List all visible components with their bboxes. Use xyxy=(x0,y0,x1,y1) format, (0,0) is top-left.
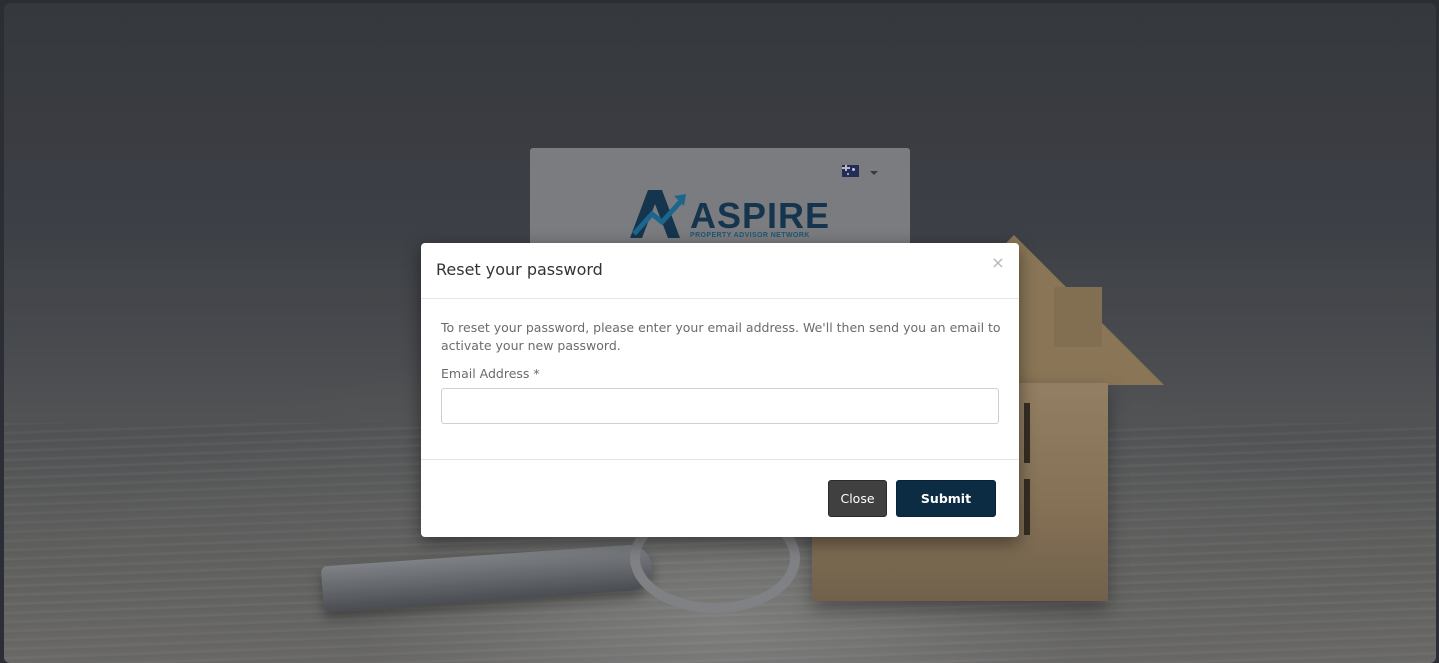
email-label: Email Address * xyxy=(441,366,540,381)
modal-footer: Close Submit xyxy=(421,459,1019,538)
modal-title: Reset your password xyxy=(436,260,603,279)
close-icon[interactable]: × xyxy=(991,255,1005,271)
modal-header: Reset your password × xyxy=(421,243,1019,299)
modal-body: To reset your password, please enter you… xyxy=(441,299,1001,459)
viewport: ASPIRE PROPERTY ADVISOR NETWORK Reset yo… xyxy=(0,0,1439,663)
reset-password-dialog: Reset your password × To reset your pass… xyxy=(421,243,1019,537)
reset-instructions: To reset your password, please enter you… xyxy=(441,320,1001,353)
close-button[interactable]: Close xyxy=(828,480,887,517)
submit-button[interactable]: Submit xyxy=(896,480,996,517)
email-field[interactable] xyxy=(441,388,999,424)
